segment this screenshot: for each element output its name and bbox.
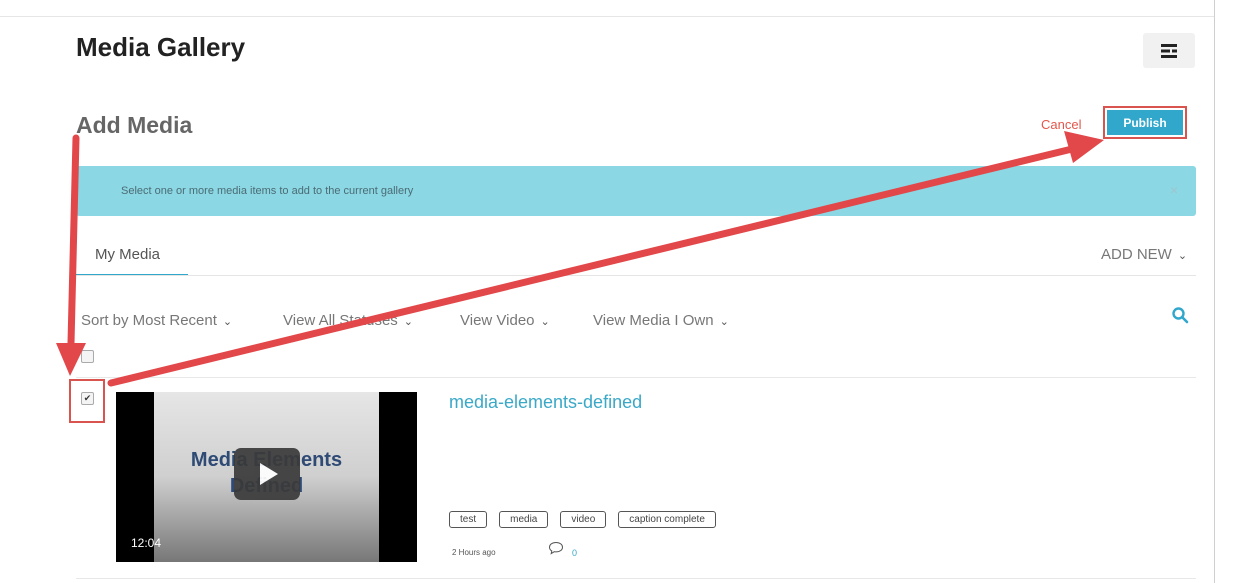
- comment-count[interactable]: 0: [572, 548, 577, 558]
- filter-label: View Media I Own: [593, 312, 714, 329]
- tab-label: My Media: [95, 246, 161, 263]
- media-title-link[interactable]: media-elements-defined: [449, 392, 642, 413]
- filter-label: View Video: [460, 312, 535, 329]
- chevron-down-icon: ⌄: [403, 316, 414, 328]
- cancel-link[interactable]: Cancel: [1041, 117, 1081, 132]
- tag-list: test media video caption complete: [449, 511, 716, 528]
- publish-button[interactable]: Publish: [1107, 110, 1183, 135]
- sort-dropdown[interactable]: Sort by Most Recent ⌄: [81, 312, 232, 329]
- row-divider: [76, 377, 1196, 378]
- top-divider: [0, 16, 1214, 17]
- page-scroll-edge: [1214, 0, 1215, 583]
- filter-label: Sort by Most Recent: [81, 312, 217, 329]
- section-title: Add Media: [76, 112, 193, 138]
- add-new-dropdown[interactable]: ADD NEW ⌄: [1101, 246, 1187, 263]
- chevron-down-icon: ⌄: [222, 316, 233, 328]
- owner-filter-dropdown[interactable]: View Media I Own ⌄: [593, 312, 729, 329]
- chevron-down-icon: ⌄: [1177, 250, 1188, 262]
- tag-item[interactable]: video: [560, 511, 607, 528]
- duration-label: 12:04: [131, 536, 162, 550]
- timestamp: 2 Hours ago: [452, 548, 496, 557]
- tag-item[interactable]: test: [449, 511, 488, 528]
- info-alert: Select one or more media items to add to…: [76, 166, 1196, 216]
- tabs-divider: [76, 275, 1196, 276]
- type-filter-dropdown[interactable]: View Video ⌄: [460, 312, 550, 329]
- close-icon[interactable]: ×: [1170, 182, 1178, 198]
- tag-item[interactable]: caption complete: [618, 511, 716, 528]
- menu-button[interactable]: [1143, 33, 1195, 68]
- media-thumbnail[interactable]: Media Elements Defined 12:04: [116, 392, 417, 562]
- page-title: Media Gallery: [76, 32, 246, 62]
- tab-my-media[interactable]: My Media: [76, 246, 188, 276]
- media-checkbox[interactable]: ✔: [81, 392, 94, 405]
- status-filter-dropdown[interactable]: View All Statuses ⌄: [283, 312, 413, 329]
- alert-message: Select one or more media items to add to…: [121, 185, 414, 197]
- comment-bubble-icon: [548, 541, 564, 555]
- chevron-down-icon: ⌄: [540, 316, 550, 328]
- select-all-checkbox[interactable]: [81, 350, 94, 363]
- filter-label: View All Statuses: [283, 312, 398, 329]
- tag-item[interactable]: media: [499, 511, 549, 528]
- search-icon[interactable]: [1171, 306, 1189, 324]
- row-divider-bottom: [76, 578, 1196, 579]
- play-icon[interactable]: [234, 448, 300, 500]
- chevron-down-icon: ⌄: [719, 316, 729, 328]
- menu-lines-icon: [1161, 43, 1177, 58]
- add-new-label: ADD NEW: [1101, 246, 1172, 263]
